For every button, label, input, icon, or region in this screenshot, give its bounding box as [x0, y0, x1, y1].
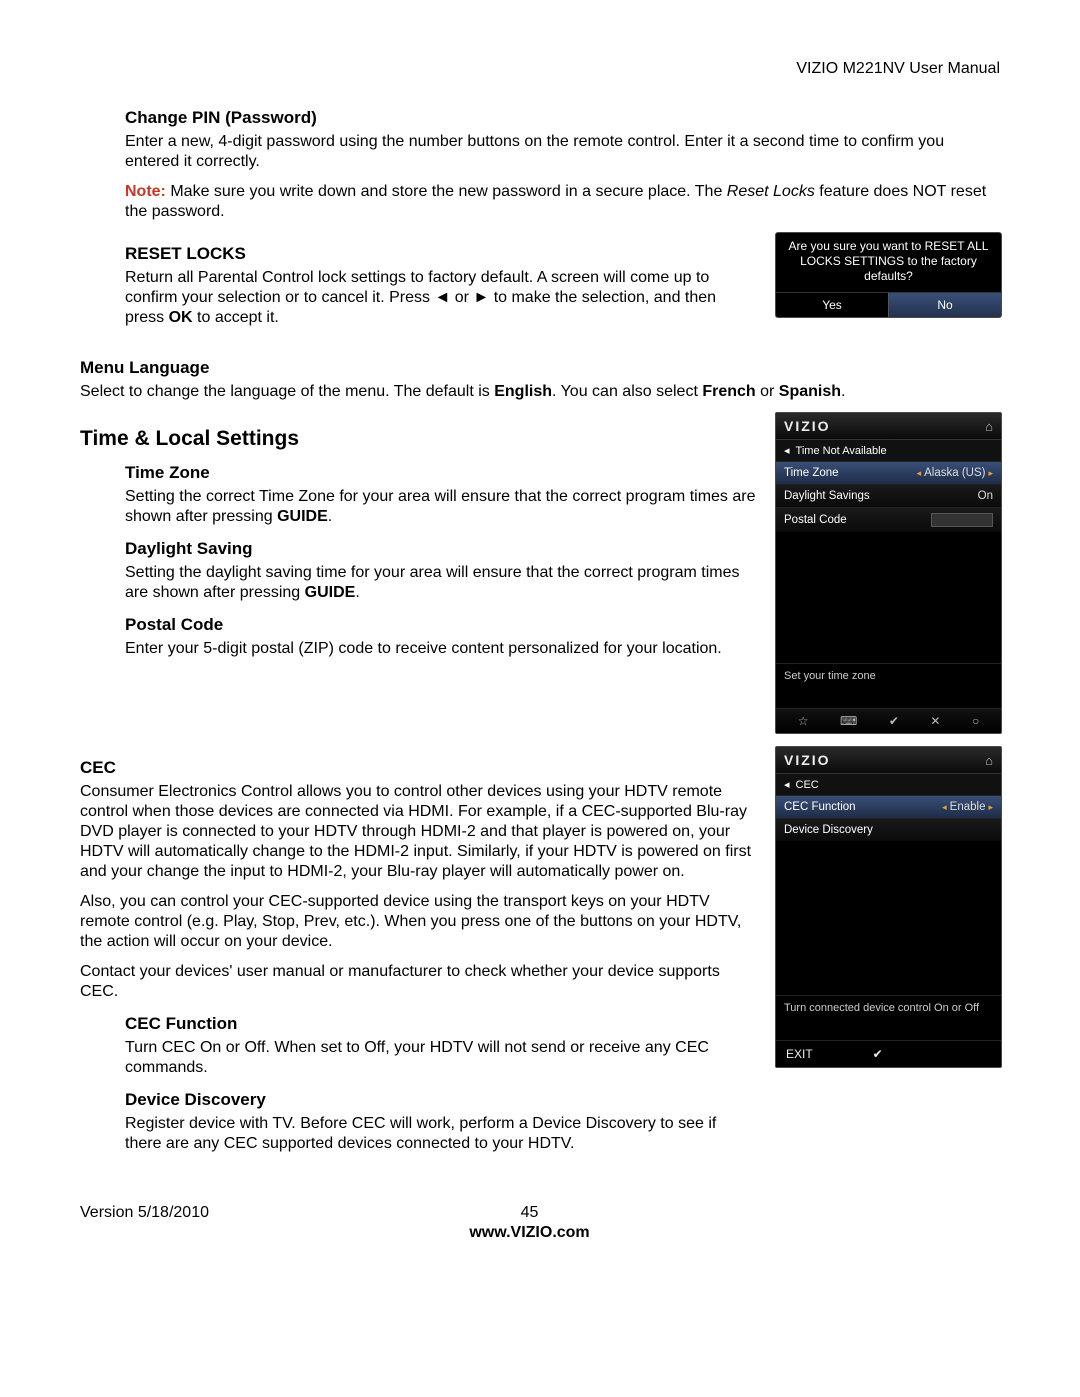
heading-change-pin: Change PIN (Password) — [125, 108, 1000, 128]
reset-dialog-message: Are you sure you want to RESET ALL LOCKS… — [776, 233, 1001, 292]
osd-exit-button[interactable]: EXIT — [786, 1047, 813, 1061]
osd-item-timezone[interactable]: Time Zone ◂Alaska (US)▸ — [776, 461, 1001, 484]
heading-menu-language: Menu Language — [80, 358, 1000, 378]
osd-helper-text: Set your time zone — [776, 663, 1001, 688]
section-time-local: Time & Local Settings Time Zone Setting … — [80, 412, 1000, 734]
heading-reset-locks: RESET LOCKS — [125, 244, 757, 264]
osd-iconbar: ☆ ⌨ ✔ ✕ ○ — [776, 708, 1001, 733]
back-icon[interactable]: ◂ — [784, 444, 790, 457]
body-menu-language: Select to change the language of the men… — [80, 382, 1000, 402]
osd-item-daylight[interactable]: Daylight Savings On — [776, 484, 1001, 507]
section-cec: CEC Consumer Electronics Control allows … — [80, 746, 1000, 1164]
footer-version: Version 5/18/2010 — [80, 1204, 209, 1242]
osd-time-panel: VIZIO ⌂ ◂ Time Not Available Time Zone ◂… — [775, 412, 1002, 734]
heading-time-local: Time & Local Settings — [80, 427, 757, 451]
osd-breadcrumb-cec: ◂ CEC — [776, 774, 1001, 795]
osd-item-cec-function[interactable]: CEC Function ◂Enable▸ — [776, 795, 1001, 818]
osd-item-device-discovery[interactable]: Device Discovery — [776, 818, 1001, 841]
check-icon[interactable]: ✔ — [873, 1047, 883, 1061]
check-icon[interactable]: ✔ — [889, 714, 899, 728]
osd-item-postalcode[interactable]: Postal Code — [776, 507, 1001, 532]
heading-daylight-saving: Daylight Saving — [125, 539, 757, 559]
back-icon[interactable]: ◂ — [784, 778, 790, 791]
osd-postal-input[interactable] — [931, 513, 993, 527]
osd-time-menu: Time Zone ◂Alaska (US)▸ Daylight Savings… — [776, 461, 1001, 532]
section-change-pin: Change PIN (Password) Enter a new, 4-dig… — [80, 108, 1000, 222]
heading-postal-code: Postal Code — [125, 615, 757, 635]
heading-cec: CEC — [80, 758, 757, 778]
close-icon[interactable]: ✕ — [930, 714, 940, 728]
section-reset-locks: RESET LOCKS Return all Parental Control … — [80, 232, 1000, 338]
reset-locks-dialog: Are you sure you want to RESET ALL LOCKS… — [775, 232, 1002, 318]
note-label: Note: — [125, 183, 166, 200]
footer-site: www.VIZIO.com — [209, 1224, 850, 1242]
heading-device-discovery: Device Discovery — [125, 1090, 757, 1110]
section-menu-language: Menu Language Select to change the langu… — [80, 358, 1000, 402]
note-change-pin: Note: Make sure you write down and store… — [125, 182, 1000, 222]
reset-dialog-no-button[interactable]: No — [888, 292, 1001, 317]
osd-brand: VIZIO — [784, 418, 831, 434]
body-time-zone: Setting the correct Time Zone for your a… — [125, 487, 757, 527]
home-icon[interactable]: ⌂ — [985, 753, 993, 768]
manual-page: VIZIO M221NV User Manual Change PIN (Pas… — [0, 0, 1080, 1292]
body-cec-1: Consumer Electronics Control allows you … — [80, 782, 757, 882]
footer-page-number: 45 — [209, 1204, 850, 1222]
star-icon[interactable]: ☆ — [798, 714, 809, 728]
body-change-pin: Enter a new, 4-digit password using the … — [125, 132, 1000, 172]
circle-icon[interactable]: ○ — [972, 714, 979, 728]
osd-helper-text-cec: Turn connected device control On or Off — [776, 995, 1001, 1020]
body-daylight-saving: Setting the daylight saving time for you… — [125, 563, 757, 603]
body-cec-function: Turn CEC On or Off. When set to Off, you… — [125, 1038, 757, 1078]
body-postal-code: Enter your 5-digit postal (ZIP) code to … — [125, 639, 757, 659]
osd-brand: VIZIO — [784, 752, 831, 768]
heading-time-zone: Time Zone — [125, 463, 757, 483]
body-cec-3: Contact your devices' user manual or man… — [80, 962, 757, 1002]
osd-cec-panel: VIZIO ⌂ ◂ CEC CEC Function ◂Enable▸ Devi… — [775, 746, 1002, 1068]
home-icon[interactable]: ⌂ — [985, 419, 993, 434]
doc-header: VIZIO M221NV User Manual — [80, 60, 1000, 78]
heading-cec-function: CEC Function — [125, 1014, 757, 1034]
body-reset-locks: Return all Parental Control lock setting… — [125, 268, 757, 328]
body-cec-2: Also, you can control your CEC-supported… — [80, 892, 757, 952]
reset-dialog-yes-button[interactable]: Yes — [776, 292, 888, 317]
osd-breadcrumb: ◂ Time Not Available — [776, 440, 1001, 461]
keyboard-icon[interactable]: ⌨ — [840, 714, 857, 728]
body-device-discovery: Register device with TV. Before CEC will… — [125, 1114, 757, 1154]
page-footer: Version 5/18/2010 45 www.VIZIO.com — [80, 1204, 1000, 1242]
